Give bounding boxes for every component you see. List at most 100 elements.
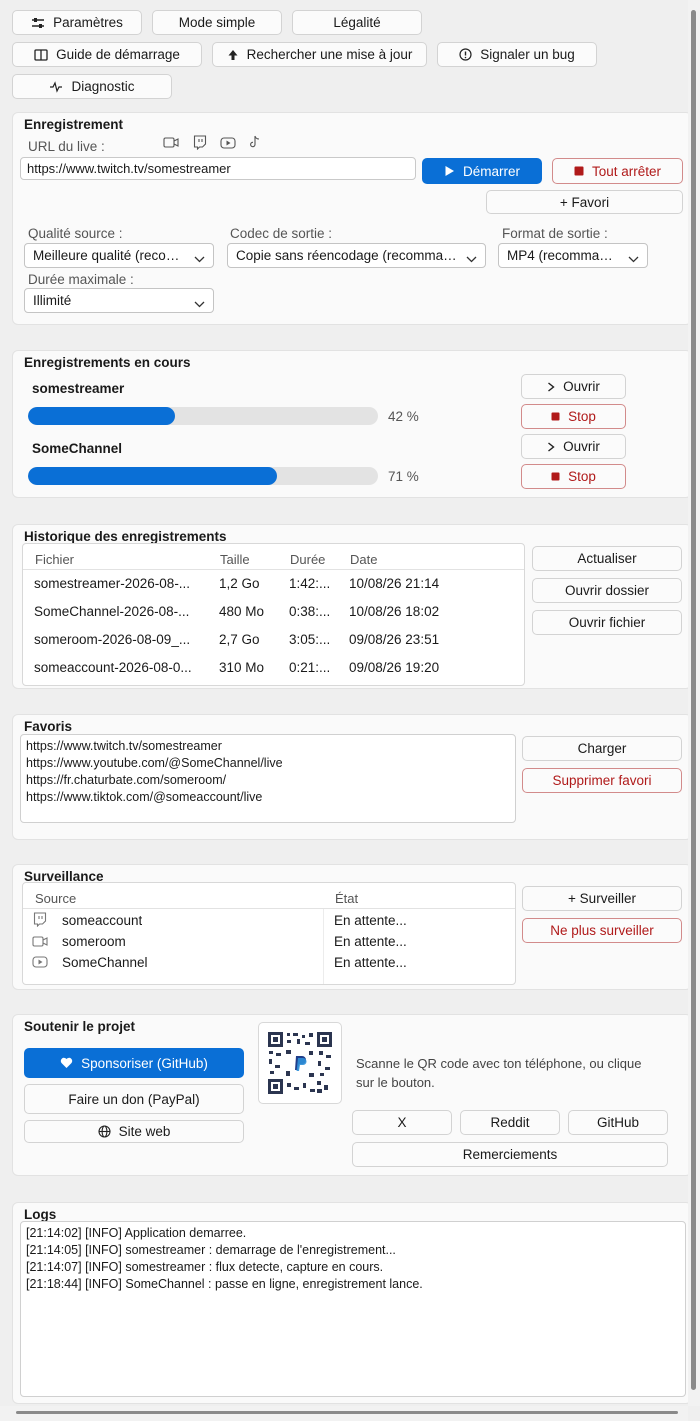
horizontal-scrollbar[interactable]	[0, 1406, 688, 1421]
file-cell: SomeChannel-2026-08-...	[34, 604, 190, 619]
add-favorite-label: + Favori	[559, 194, 610, 210]
file-cell: somestreamer-2026-08-...	[34, 576, 191, 591]
paypal-button[interactable]: Faire un don (PayPal)	[24, 1084, 244, 1114]
progress-percent: 71 %	[388, 469, 419, 484]
duration-cell: 0:21:...	[289, 660, 331, 675]
open-file-button[interactable]: Ouvrir fichier	[532, 610, 682, 635]
column-divider	[323, 909, 324, 984]
state-cell: En attente...	[334, 913, 407, 928]
stop-label: Stop	[568, 409, 596, 424]
book-icon	[34, 48, 48, 61]
reddit-button[interactable]: Reddit	[460, 1110, 560, 1135]
settings-button[interactable]: Paramètres	[12, 10, 142, 35]
x-button[interactable]: X	[352, 1110, 452, 1135]
tiktok-icon	[249, 135, 261, 152]
chevron-right-icon	[547, 381, 555, 392]
start-button[interactable]: Démarrer	[422, 158, 542, 184]
favorite-item[interactable]: https://www.youtube.com/@SomeChannel/liv…	[26, 755, 510, 772]
duration-label: Durée maximale :	[28, 272, 134, 287]
sponsor-label: Sponsoriser (GitHub)	[81, 1055, 208, 1071]
duration-cell: 1:42:...	[289, 576, 331, 591]
add-favorite-button[interactable]: + Favori	[486, 190, 683, 214]
stop-label: Stop	[568, 469, 596, 484]
logs-title: Logs	[24, 1207, 57, 1222]
favorite-item[interactable]: https://fr.chaturbate.com/someroom/	[26, 772, 510, 789]
refresh-button[interactable]: Actualiser	[532, 546, 682, 571]
open-label: Ouvrir	[563, 439, 600, 454]
progress-bar	[28, 467, 378, 485]
thanks-label: Remerciements	[462, 1147, 558, 1162]
load-favorite-button[interactable]: Charger	[522, 736, 682, 761]
stop-square-icon	[551, 412, 560, 421]
delete-favorite-label: Supprimer favori	[552, 773, 652, 788]
twitch-icon	[33, 912, 47, 930]
favorite-item[interactable]: https://www.tiktok.com/@someaccount/live	[26, 789, 510, 806]
reddit-label: Reddit	[490, 1115, 530, 1130]
stop-all-button[interactable]: Tout arrêter	[552, 158, 683, 184]
open-button[interactable]: Ouvrir	[521, 434, 626, 459]
simple-mode-button[interactable]: Mode simple	[152, 10, 282, 35]
vertical-scrollbar[interactable]	[688, 0, 700, 1406]
horizontal-scrollbar-thumb[interactable]	[16, 1411, 678, 1414]
column-header-state: État	[335, 891, 359, 906]
table-header-divider	[23, 569, 524, 570]
github-button[interactable]: GitHub	[568, 1110, 668, 1135]
favorites-list[interactable]: https://www.twitch.tv/somestreamer https…	[20, 734, 516, 823]
url-input[interactable]: https://www.twitch.tv/somestreamer	[20, 157, 416, 180]
camera-icon	[163, 136, 179, 152]
favorite-item[interactable]: https://www.twitch.tv/somestreamer	[26, 738, 510, 755]
column-header-date: Date	[350, 552, 378, 567]
codec-label: Codec de sortie :	[230, 226, 333, 241]
table-header-divider	[23, 908, 515, 909]
column-header-size: Taille	[220, 552, 250, 567]
start-label: Démarrer	[462, 163, 520, 179]
remove-watch-button[interactable]: Ne plus surveiller	[522, 918, 682, 943]
thanks-button[interactable]: Remerciements	[352, 1142, 668, 1167]
remove-watch-label: Ne plus surveiller	[550, 923, 654, 938]
column-header-source: Source	[35, 891, 77, 906]
source-cell: someroom	[62, 934, 126, 949]
stop-button[interactable]: Stop	[521, 464, 626, 489]
chevron-down-icon	[194, 251, 205, 266]
logs-output[interactable]: [21:14:02] [INFO] Application demarree. …	[20, 1221, 686, 1397]
codec-select[interactable]: Copie sans réencodage (recommandé)	[227, 243, 486, 268]
guide-button[interactable]: Guide de démarrage	[12, 42, 202, 67]
website-label: Site web	[118, 1124, 171, 1139]
qr-code-frame	[258, 1022, 342, 1104]
stop-button[interactable]: Stop	[521, 404, 626, 429]
file-cell: someroom-2026-08-09_...	[34, 632, 191, 647]
legal-button[interactable]: Légalité	[292, 10, 422, 35]
source-cell: someaccount	[62, 913, 143, 928]
progress-fill	[28, 467, 277, 485]
refresh-label: Actualiser	[577, 551, 637, 566]
vertical-scrollbar-thumb[interactable]	[691, 10, 696, 1390]
duration-cell: 3:05:...	[289, 632, 331, 647]
qr-instruction-text: Scanne le QR code avec ton téléphone, ou…	[356, 1056, 642, 1090]
duration-value: Illimité	[33, 293, 72, 308]
format-value: MP4 (recommandé)	[507, 248, 619, 263]
duration-select[interactable]: Illimité	[24, 288, 214, 313]
add-watch-button[interactable]: + Surveiller	[522, 886, 682, 911]
recording-title: Enregistrement	[24, 117, 124, 132]
open-label: Ouvrir	[563, 379, 600, 394]
quality-select[interactable]: Meilleure qualité (recommandé)	[24, 243, 214, 268]
sponsor-button[interactable]: Sponsoriser (GitHub)	[24, 1048, 244, 1078]
youtube-icon	[32, 956, 48, 971]
diagnostic-button[interactable]: Diagnostic	[12, 74, 172, 99]
support-title: Soutenir le projet	[24, 1019, 136, 1034]
open-button[interactable]: Ouvrir	[521, 374, 626, 399]
open-folder-button[interactable]: Ouvrir dossier	[532, 578, 682, 603]
format-select[interactable]: MP4 (recommandé)	[498, 243, 648, 268]
update-button[interactable]: Rechercher une mise à jour	[212, 42, 427, 67]
date-cell: 10/08/26 21:14	[349, 576, 440, 591]
format-label: Format de sortie :	[502, 226, 608, 241]
active-title: Enregistrements en cours	[24, 355, 191, 370]
delete-favorite-button[interactable]: Supprimer favori	[522, 768, 682, 793]
report-bug-button[interactable]: Signaler un bug	[437, 42, 597, 67]
load-label: Charger	[577, 741, 627, 756]
heart-icon	[60, 1057, 73, 1069]
website-button[interactable]: Site web	[24, 1120, 244, 1143]
bug-label: Signaler un bug	[480, 47, 575, 62]
column-header-file: Fichier	[35, 552, 75, 567]
play-icon	[444, 165, 455, 177]
